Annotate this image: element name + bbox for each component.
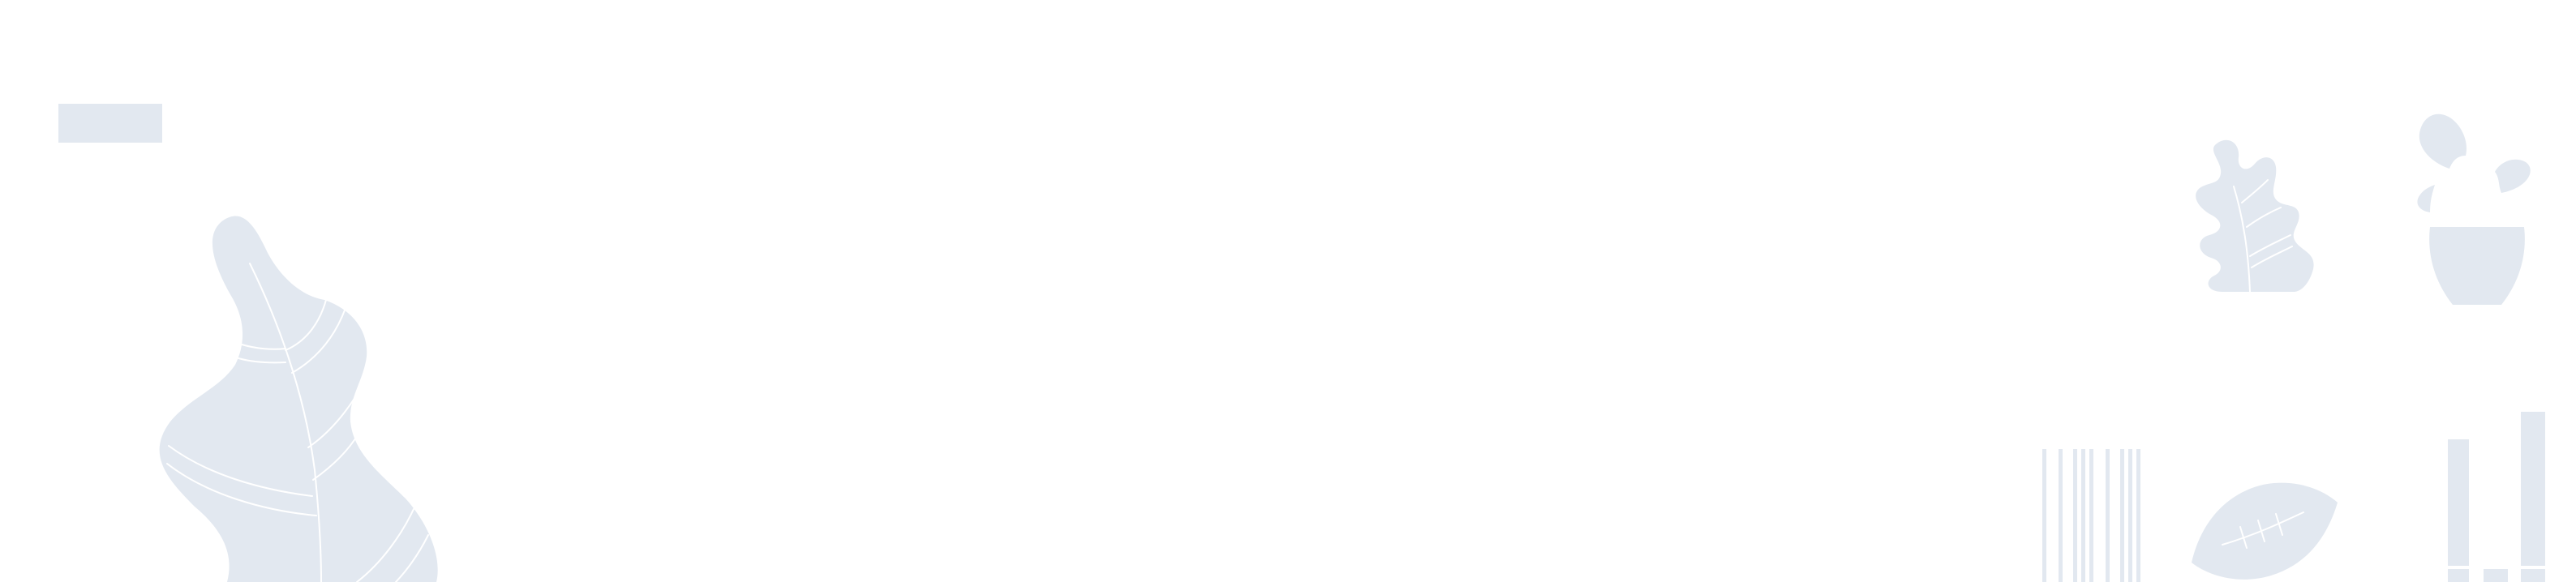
decorative-illustration-canvas (58, 104, 2545, 582)
placeholder-block (58, 104, 162, 143)
oak-leaf-sprig-illustration (2196, 139, 2314, 293)
small-leaf-illustration (2192, 482, 2338, 580)
bar-blocks-illustration (2448, 412, 2545, 582)
potted-cactus-illustration (2417, 113, 2531, 305)
large-leaf-illustration (159, 216, 438, 582)
vertical-bars-illustration (2042, 449, 2140, 582)
